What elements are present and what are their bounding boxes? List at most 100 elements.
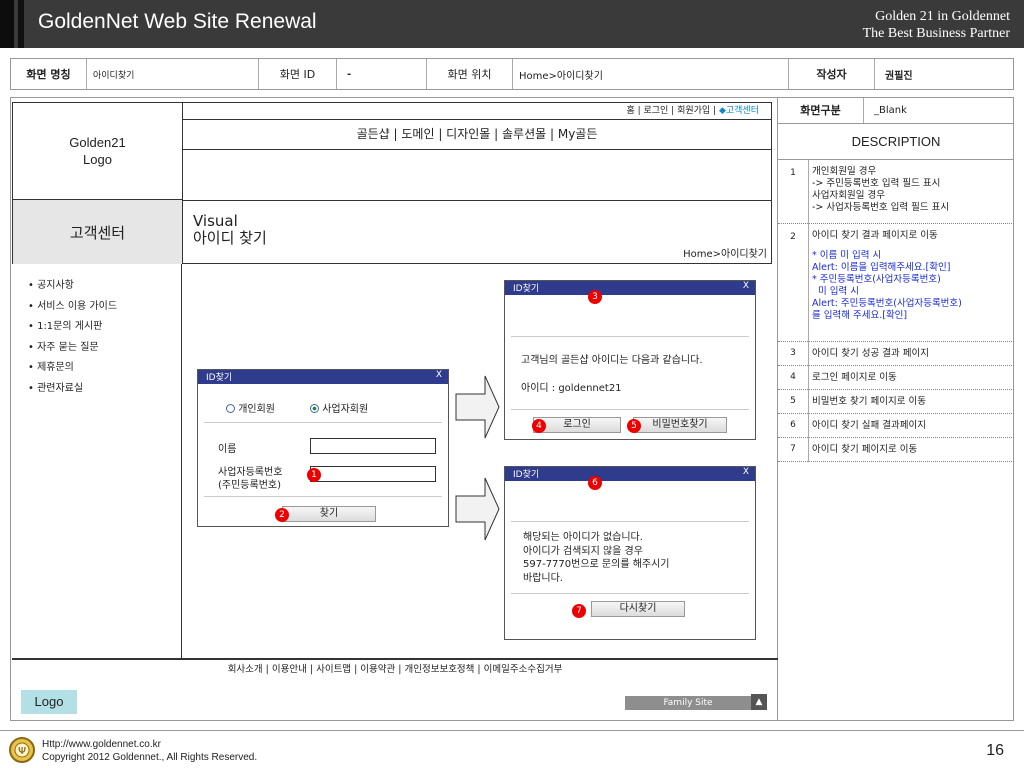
left-nav-item[interactable]: • 1:1문의 게시판 xyxy=(28,317,117,338)
divider xyxy=(204,496,442,497)
fail-message-line: 아이디가 검색되지 않을 경우 xyxy=(523,545,643,557)
desc-num: 3 xyxy=(790,348,796,358)
site-header: Golden21 Logo 홈 | 로그인 | 회원가입 | ◆고객센터 골든샵… xyxy=(12,102,772,264)
desc-line: 를 입력해 주세요.[확인] xyxy=(812,310,908,321)
screen-pos-value: Home>아이디찾기 xyxy=(513,59,789,89)
desc-line: 미 입력 시 xyxy=(812,286,860,297)
title-bar: GoldenNet Web Site Renewal Golden 21 in … xyxy=(0,0,1024,48)
radio-checked-icon xyxy=(310,404,319,413)
badge-4: 4 xyxy=(532,419,546,433)
screen-frame: Golden21 Logo 홈 | 로그인 | 회원가입 | ◆고객센터 골든샵… xyxy=(10,97,778,721)
close-icon[interactable]: X xyxy=(743,281,749,291)
popup-title: ID찾기 xyxy=(513,470,540,480)
breadcrumb: Home>아이디찾기 xyxy=(683,249,767,260)
retry-button[interactable]: 다시찾기 xyxy=(591,601,685,617)
badge-1: 1 xyxy=(307,468,321,482)
global-nav[interactable]: 골든샵 | 도메인 | 디자인몰 | 솔루션몰 | My골든 xyxy=(183,120,771,150)
bizno-label: 사업자등록번호 (주민등록번호) xyxy=(218,466,282,492)
desc-line: * 이름 미 입력 시 xyxy=(812,250,882,261)
find-password-button[interactable]: 비밀번호찾기 xyxy=(633,417,727,433)
name-input[interactable] xyxy=(310,438,436,454)
footer-divider xyxy=(0,730,1024,731)
desc-line: Alert: 이름을 입력해주세요.[확인] xyxy=(812,262,951,273)
popup-header: ID찾기 X xyxy=(505,281,755,295)
site-logo[interactable]: Golden21 Logo xyxy=(13,103,183,200)
tagline-line-2: The Best Business Partner xyxy=(862,26,1010,41)
family-site-select[interactable]: Family Site xyxy=(625,696,751,710)
desc-num: 7 xyxy=(790,444,796,454)
document-title: GoldenNet Web Site Renewal xyxy=(38,10,317,33)
desc-row: 1 개인회원일 경우 -> 주민등록번호 입력 필드 표시 사업자회원일 경우 … xyxy=(778,160,1014,224)
id-find-success-popup: ID찾기 X 고객님의 골든샵 아이디는 다음과 같습니다. 아이디 : gol… xyxy=(504,280,756,440)
login-button[interactable]: 로그인 xyxy=(533,417,621,433)
screen-id-label: 화면 ID xyxy=(259,59,337,89)
author-value: 권필진 xyxy=(885,70,913,82)
divider xyxy=(511,521,749,522)
success-message: 고객님의 골든샵 아이디는 다음과 같습니다. xyxy=(521,355,703,366)
left-nav-item[interactable]: • 자주 묻는 질문 xyxy=(28,338,117,359)
author-label: 작성자 xyxy=(789,59,875,89)
page-number: 16 xyxy=(986,742,1004,759)
logo-line-1: Golden21 xyxy=(69,135,126,150)
desc-row: 3 아이디 찾기 성공 결과 페이지 xyxy=(778,342,1014,366)
radio-personal-label: 개인회원 xyxy=(238,404,275,415)
id-find-fail-popup: ID찾기 X 해당되는 아이디가 없습니다. 아이디가 검색되지 않을 경우 5… xyxy=(504,466,756,640)
top-links: 홈 | 로그인 | 회원가입 | ◆고객센터 xyxy=(183,103,771,120)
screen-name-value: 아이디찾기 xyxy=(87,59,259,89)
radio-business[interactable]: 사업자회원 xyxy=(310,400,368,415)
id-find-form-popup: ID찾기 X 개인회원 사업자회원 이름 사업자등록번호 (주민등록번호) 찾기 xyxy=(197,369,449,527)
visual-area: Visual 아이디 찾기 Home>아이디찾기 xyxy=(183,200,771,264)
popup-header: ID찾기 X xyxy=(198,370,448,384)
top-link-customer-center[interactable]: ◆고객센터 xyxy=(719,106,759,116)
desc-line: * 주민등록번호(사업자등록번호) xyxy=(812,274,941,285)
popup-title: ID찾기 xyxy=(206,373,233,383)
desc-line: 아이디 찾기 결과 페이지로 이동 xyxy=(812,230,938,241)
left-nav-item[interactable]: • 서비스 이용 가이드 xyxy=(28,297,117,318)
find-button[interactable]: 찾기 xyxy=(282,506,376,522)
arrow-icon xyxy=(455,375,500,439)
divider xyxy=(511,336,749,337)
left-nav-list: • 공지사항 • 서비스 이용 가이드 • 1:1문의 게시판 • 자주 묻는 … xyxy=(28,276,117,399)
family-site-arrow-icon[interactable]: ▲ xyxy=(751,694,767,710)
close-icon[interactable]: X xyxy=(743,467,749,477)
fail-message-line: 바랍니다. xyxy=(523,572,563,584)
section-title: 고객센터 xyxy=(13,200,183,264)
screen-type-value: _Blank xyxy=(874,105,907,116)
visual-line-2: 아이디 찾기 xyxy=(193,229,267,247)
fail-message: 해당되는 아이디가 없습니다. 아이디가 검색되지 않을 경우 597-7770… xyxy=(523,531,670,585)
screen-type-label: 화면구분 xyxy=(778,98,864,123)
radio-personal[interactable]: 개인회원 xyxy=(226,400,275,415)
desc-row: 6 아이디 찾기 실패 결과페이지 xyxy=(778,414,1014,438)
left-nav-item[interactable]: • 관련자료실 xyxy=(28,379,117,400)
desc-num: 2 xyxy=(790,232,796,242)
footer-logo[interactable]: Logo xyxy=(21,690,77,714)
desc-num: 6 xyxy=(790,420,796,430)
footer-copyright: Copyright 2012 Goldennet., All Rights Re… xyxy=(42,752,258,763)
left-nav-item[interactable]: • 제휴문의 xyxy=(28,358,117,379)
desc-num: 4 xyxy=(790,372,796,382)
popup-title: ID찾기 xyxy=(513,284,540,294)
screen-id-value: - xyxy=(337,59,427,89)
top-links-text[interactable]: 홈 | 로그인 | 회원가입 | xyxy=(626,106,719,116)
desc-line: 사업자회원일 경우 xyxy=(812,190,885,201)
desc-text: 개인회원일 경우 -> 주민등록번호 입력 필드 표시 사업자회원일 경우 ->… xyxy=(812,166,949,214)
divider xyxy=(511,409,749,410)
spec-header-table: 화면 명칭 아이디찾기 화면 ID - 화면 위치 Home>아이디찾기 작성자… xyxy=(10,58,1014,90)
screen-type-row: 화면구분 _Blank xyxy=(778,98,1014,124)
close-icon[interactable]: X xyxy=(436,370,442,380)
footer-links[interactable]: 회사소개 | 이용안내 | 사이트맵 | 이용약관 | 개인정보보호정책 | 이… xyxy=(12,658,778,680)
bizno-label-line-1: 사업자등록번호 xyxy=(218,467,283,478)
footer-url[interactable]: Http://www.goldennet.co.kr xyxy=(42,738,257,751)
bizno-input[interactable] xyxy=(310,466,436,482)
left-nav: • 공지사항 • 서비스 이용 가이드 • 1:1문의 게시판 • 자주 묻는 … xyxy=(12,264,182,658)
tagline-line-1: Golden 21 in Goldennet xyxy=(875,9,1010,24)
desc-row: 2 아이디 찾기 결과 페이지로 이동 * 이름 미 입력 시 Alert: 이… xyxy=(778,224,1014,342)
radio-business-label: 사업자회원 xyxy=(322,404,369,415)
description-panel: 화면구분 _Blank DESCRIPTION 1 개인회원일 경우 -> 주민… xyxy=(778,97,1014,721)
screen-pos-label: 화면 위치 xyxy=(427,59,513,89)
desc-row: 4 로그인 페이지로 이동 xyxy=(778,366,1014,390)
logo-line-2: Logo xyxy=(83,152,112,167)
fail-message-line: 해당되는 아이디가 없습니다. xyxy=(523,532,643,543)
left-nav-item[interactable]: • 공지사항 xyxy=(28,276,117,297)
